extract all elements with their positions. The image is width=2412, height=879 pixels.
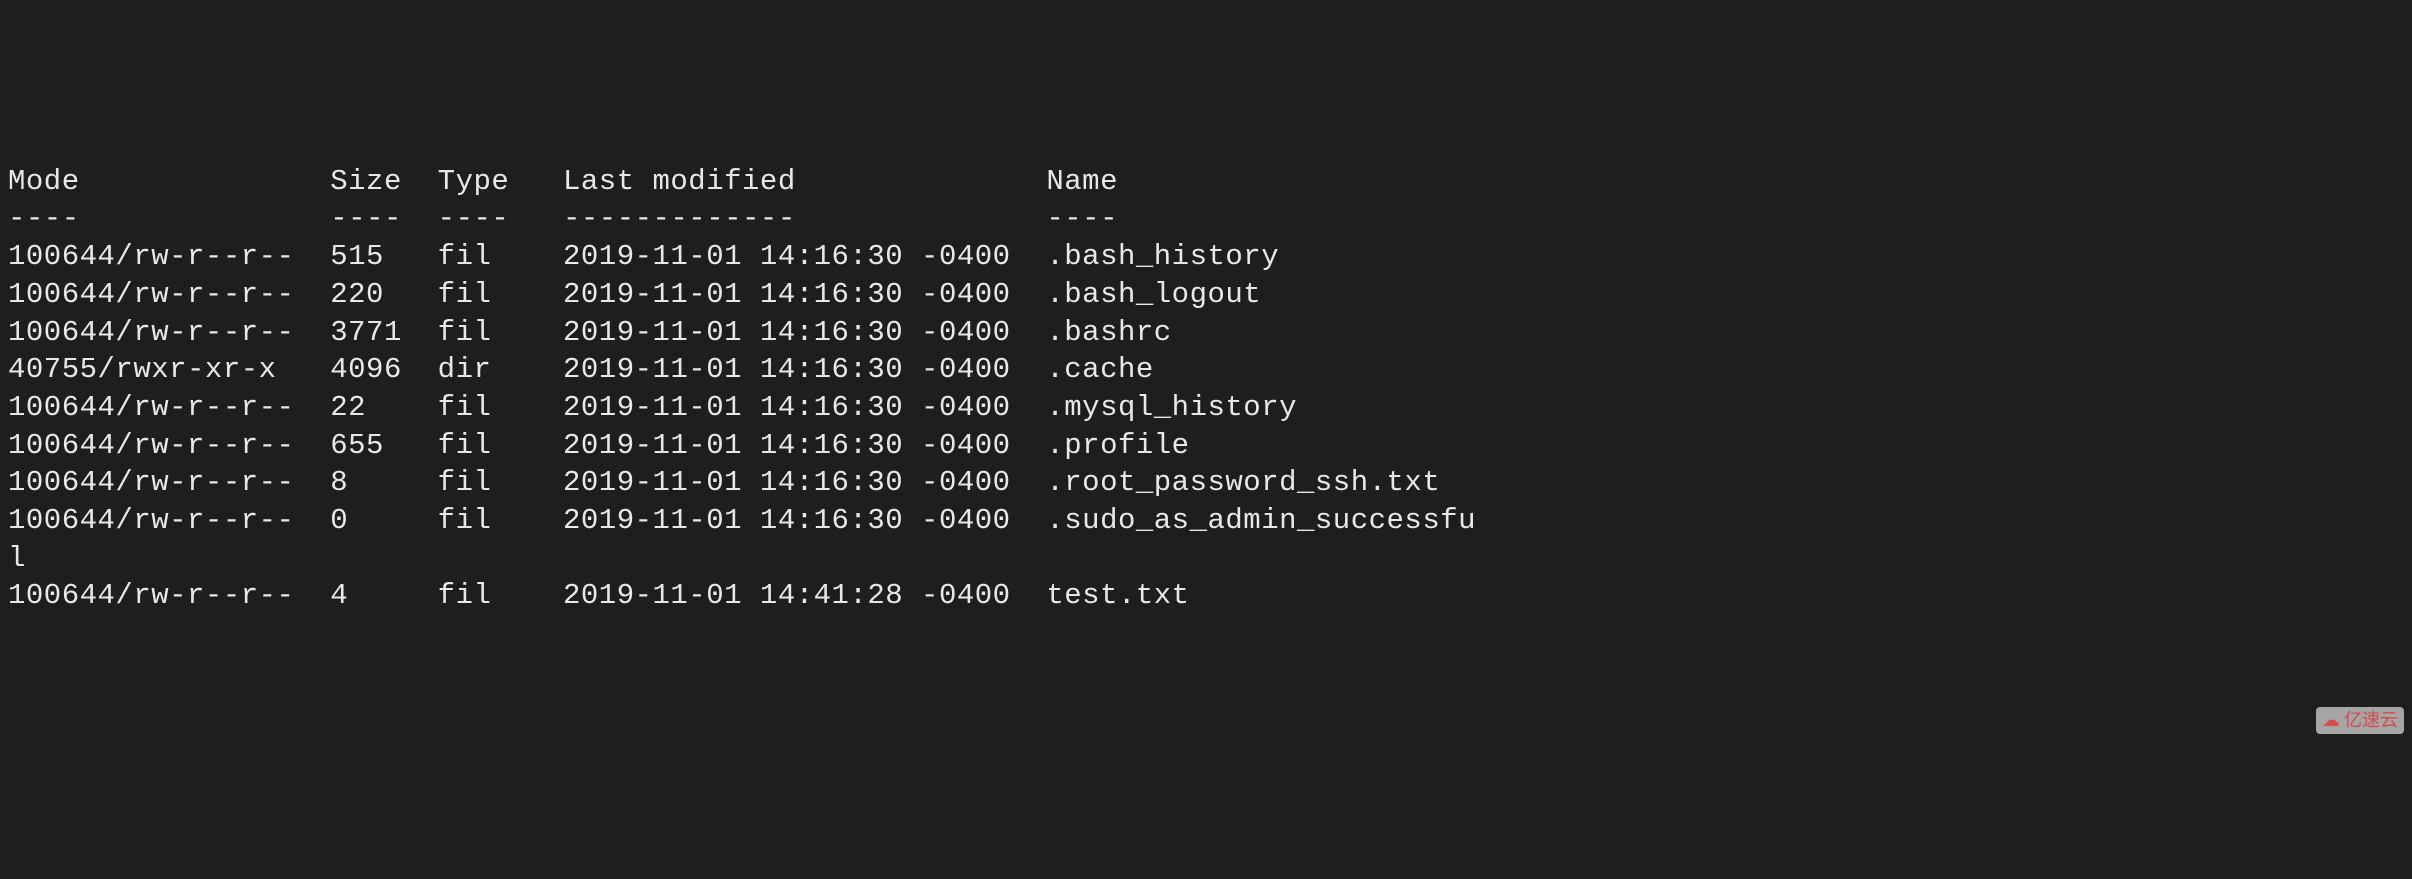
watermark-text: 亿速云 [2344, 709, 2398, 732]
terminal-output: Mode Size Type Last modified Name ---- -… [8, 163, 2404, 615]
cloud-icon: ☁ [2322, 709, 2340, 732]
watermark: ☁ 亿速云 [2316, 707, 2404, 734]
